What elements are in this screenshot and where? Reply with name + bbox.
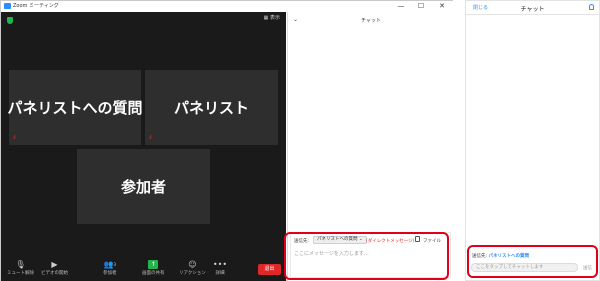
more-icon: ••• xyxy=(212,260,228,269)
direct-message-tag: (ダイレクトメッセージ) xyxy=(366,239,415,244)
share-screen-icon: ↑ xyxy=(148,260,159,269)
video-gallery: ▦ 表示 パネリストへの質問 ⚡ パネリスト ⚡ 参加者 xyxy=(1,12,286,258)
share-screen-label: 画面の共有 xyxy=(142,271,165,276)
send-to-label: 送信先: xyxy=(294,239,310,244)
file-button-label[interactable]: ファイル xyxy=(423,238,441,244)
start-video-button[interactable]: ▶ ビデオの開始 xyxy=(41,260,68,280)
microphone-icon: 🎙 xyxy=(15,260,26,269)
muted-microphone-icon: ⚡ xyxy=(148,134,153,142)
unmute-button[interactable]: 🎙 ミュート解除 xyxy=(7,260,34,280)
participants-icon: 👥 3 xyxy=(103,260,117,269)
zoom-app-icon xyxy=(4,3,11,9)
mobile-send-button[interactable]: 送信 xyxy=(583,265,592,271)
meeting-controls-toolbar: 🎙 ミュート解除 ▶ ビデオの開始 👥 3 参加者 ↑ 画面の共有 ☺ リアクショ… xyxy=(1,258,286,281)
bell-icon[interactable] xyxy=(589,4,594,10)
mobile-send-to[interactable]: 送信先: パネリストへの質問 xyxy=(472,253,529,259)
minimize-button[interactable]: — xyxy=(394,1,408,11)
participant-name: パネリストへの質問 xyxy=(7,99,143,117)
more-label: 詳細 xyxy=(215,271,225,276)
video-camera-icon: ▶ xyxy=(51,260,58,269)
participants-label: 参加者 xyxy=(103,271,117,276)
mobile-recipient[interactable]: パネリストへの質問 xyxy=(488,254,529,259)
close-button[interactable]: ✕ xyxy=(435,1,449,11)
maximize-button[interactable]: ☐ xyxy=(414,1,428,11)
participant-name: パネリスト xyxy=(173,99,249,117)
view-button-label: 表示 xyxy=(269,15,280,21)
window-titlebar: Zoom ミーティング — ☐ ✕ xyxy=(1,1,454,12)
chat-title: チャット xyxy=(361,18,381,24)
message-input[interactable]: ここにメッセージを入力します... xyxy=(294,250,369,257)
zoom-meeting-window: Zoom ミーティング — ☐ ✕ ▦ 表示 パネリストへの質問 ⚡ パネリスト… xyxy=(0,0,454,281)
file-icon[interactable] xyxy=(415,236,420,242)
header-divider xyxy=(466,14,599,15)
mobile-chat-title: チャット xyxy=(520,6,545,13)
muted-microphone-icon: ⚡ xyxy=(12,134,17,142)
reactions-label: リアクション xyxy=(179,271,206,276)
mobile-chat-screen: 閉じる チャット 送信先: パネリストへの質問 ここをタップしてチャットします … xyxy=(465,0,600,281)
mobile-chat-input[interactable]: ここをタップしてチャットします xyxy=(471,263,578,272)
recipient-select[interactable]: パネリストへの質問 ⌄ xyxy=(313,236,367,244)
window-title: Zoom ミーティング xyxy=(13,3,59,9)
video-tile[interactable]: 参加者 xyxy=(77,149,210,224)
start-video-label: ビデオの開始 xyxy=(41,271,68,276)
more-button[interactable]: ••• 詳細 xyxy=(212,260,228,280)
reactions-button[interactable]: ☺ リアクション xyxy=(179,260,206,280)
leave-button[interactable]: 退出 xyxy=(258,264,281,275)
participant-count: 3 xyxy=(113,262,117,267)
security-shield-icon[interactable] xyxy=(7,17,13,24)
unmute-label: ミュート解除 xyxy=(7,271,34,276)
participants-glyph: 👥 xyxy=(103,260,114,269)
video-tile[interactable]: パネリストへの質問 ⚡ xyxy=(7,70,143,145)
reaction-icon: ☺ xyxy=(188,260,197,269)
chat-composer: 送信先: パネリストへの質問 ⌄ (ダイレクトメッセージ) ファイル ここにメッ… xyxy=(290,232,451,278)
participant-name: 参加者 xyxy=(120,178,166,196)
screenshot-root: Zoom ミーティング — ☐ ✕ ▦ 表示 パネリストへの質問 ⚡ パネリスト… xyxy=(0,0,600,281)
mobile-send-to-label: 送信先: xyxy=(472,254,488,259)
share-screen-button[interactable]: ↑ 画面の共有 xyxy=(142,260,165,280)
video-tile[interactable]: パネリスト ⚡ xyxy=(145,70,278,145)
view-button[interactable]: ▦ 表示 xyxy=(264,15,280,22)
participants-button[interactable]: 👥 3 参加者 xyxy=(103,260,117,280)
chat-panel: ⌄ チャット 送信先: パネリストへの質問 ⌄ (ダイレクトメッセージ) ファイ… xyxy=(287,12,453,281)
